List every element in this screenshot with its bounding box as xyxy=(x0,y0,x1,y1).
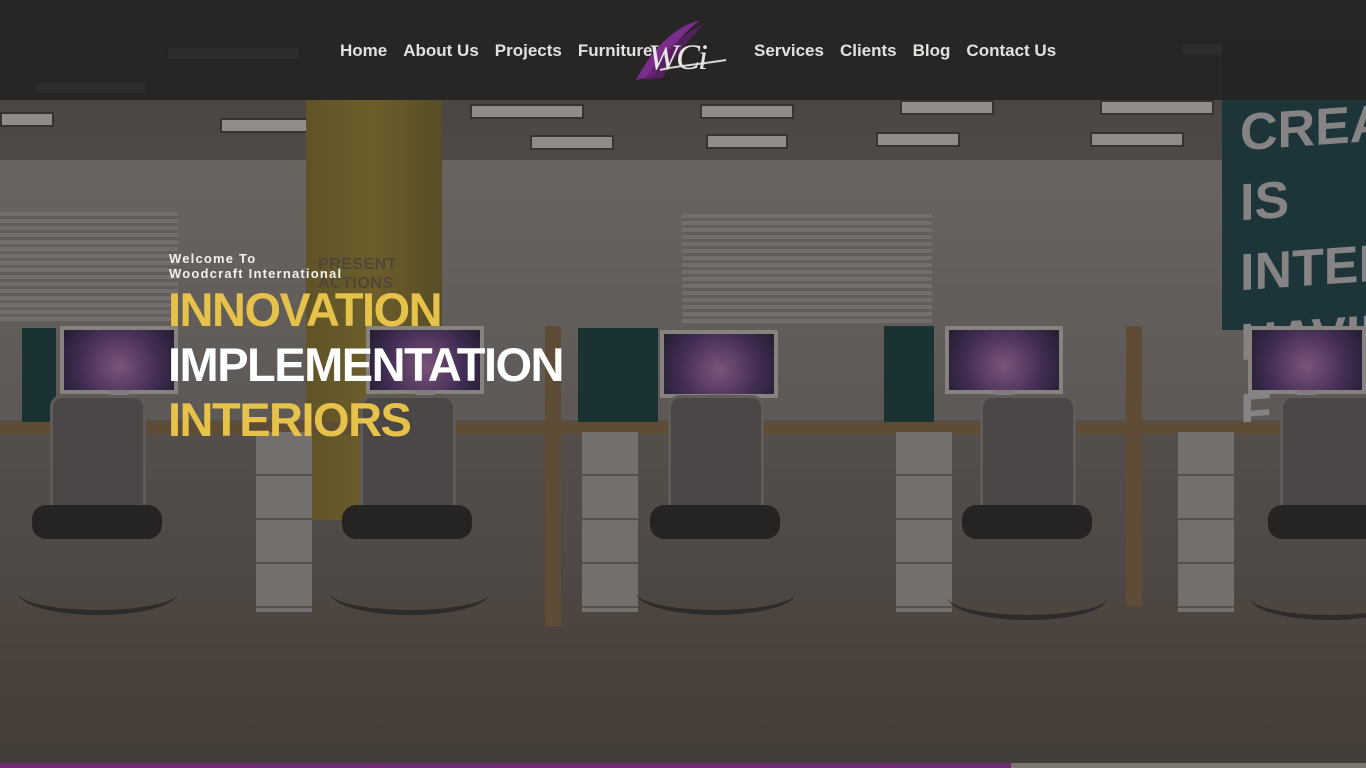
site-logo[interactable]: WCi xyxy=(630,14,734,86)
headline-innovation: INNOVATION xyxy=(168,283,443,336)
headline-interiors: INTERIORS xyxy=(168,393,412,446)
slider-progress-bar xyxy=(0,763,1366,768)
nav-home[interactable]: Home xyxy=(332,40,395,62)
site-header: Home About Us Projects Furniture WCi Ser… xyxy=(0,0,1366,100)
logo-text: WCi xyxy=(648,37,708,77)
welcome-line-2: Woodcraft International xyxy=(169,266,343,281)
welcome-line-1: Welcome To xyxy=(169,251,257,266)
headline-implementation: IMPLEMENTATION xyxy=(168,338,565,391)
primary-nav-right: Services Clients Blog Contact Us xyxy=(746,40,1064,62)
nav-contact-us[interactable]: Contact Us xyxy=(958,40,1064,62)
hero-welcome-text: Welcome To Woodcraft International xyxy=(169,251,342,281)
nav-blog[interactable]: Blog xyxy=(905,40,959,62)
primary-nav-left: Home About Us Projects Furniture xyxy=(332,40,660,62)
slider-progress-fill xyxy=(0,763,1011,768)
nav-about-us[interactable]: About Us xyxy=(395,40,487,62)
nav-clients[interactable]: Clients xyxy=(832,40,905,62)
nav-services[interactable]: Services xyxy=(746,40,832,62)
nav-projects[interactable]: Projects xyxy=(487,40,570,62)
